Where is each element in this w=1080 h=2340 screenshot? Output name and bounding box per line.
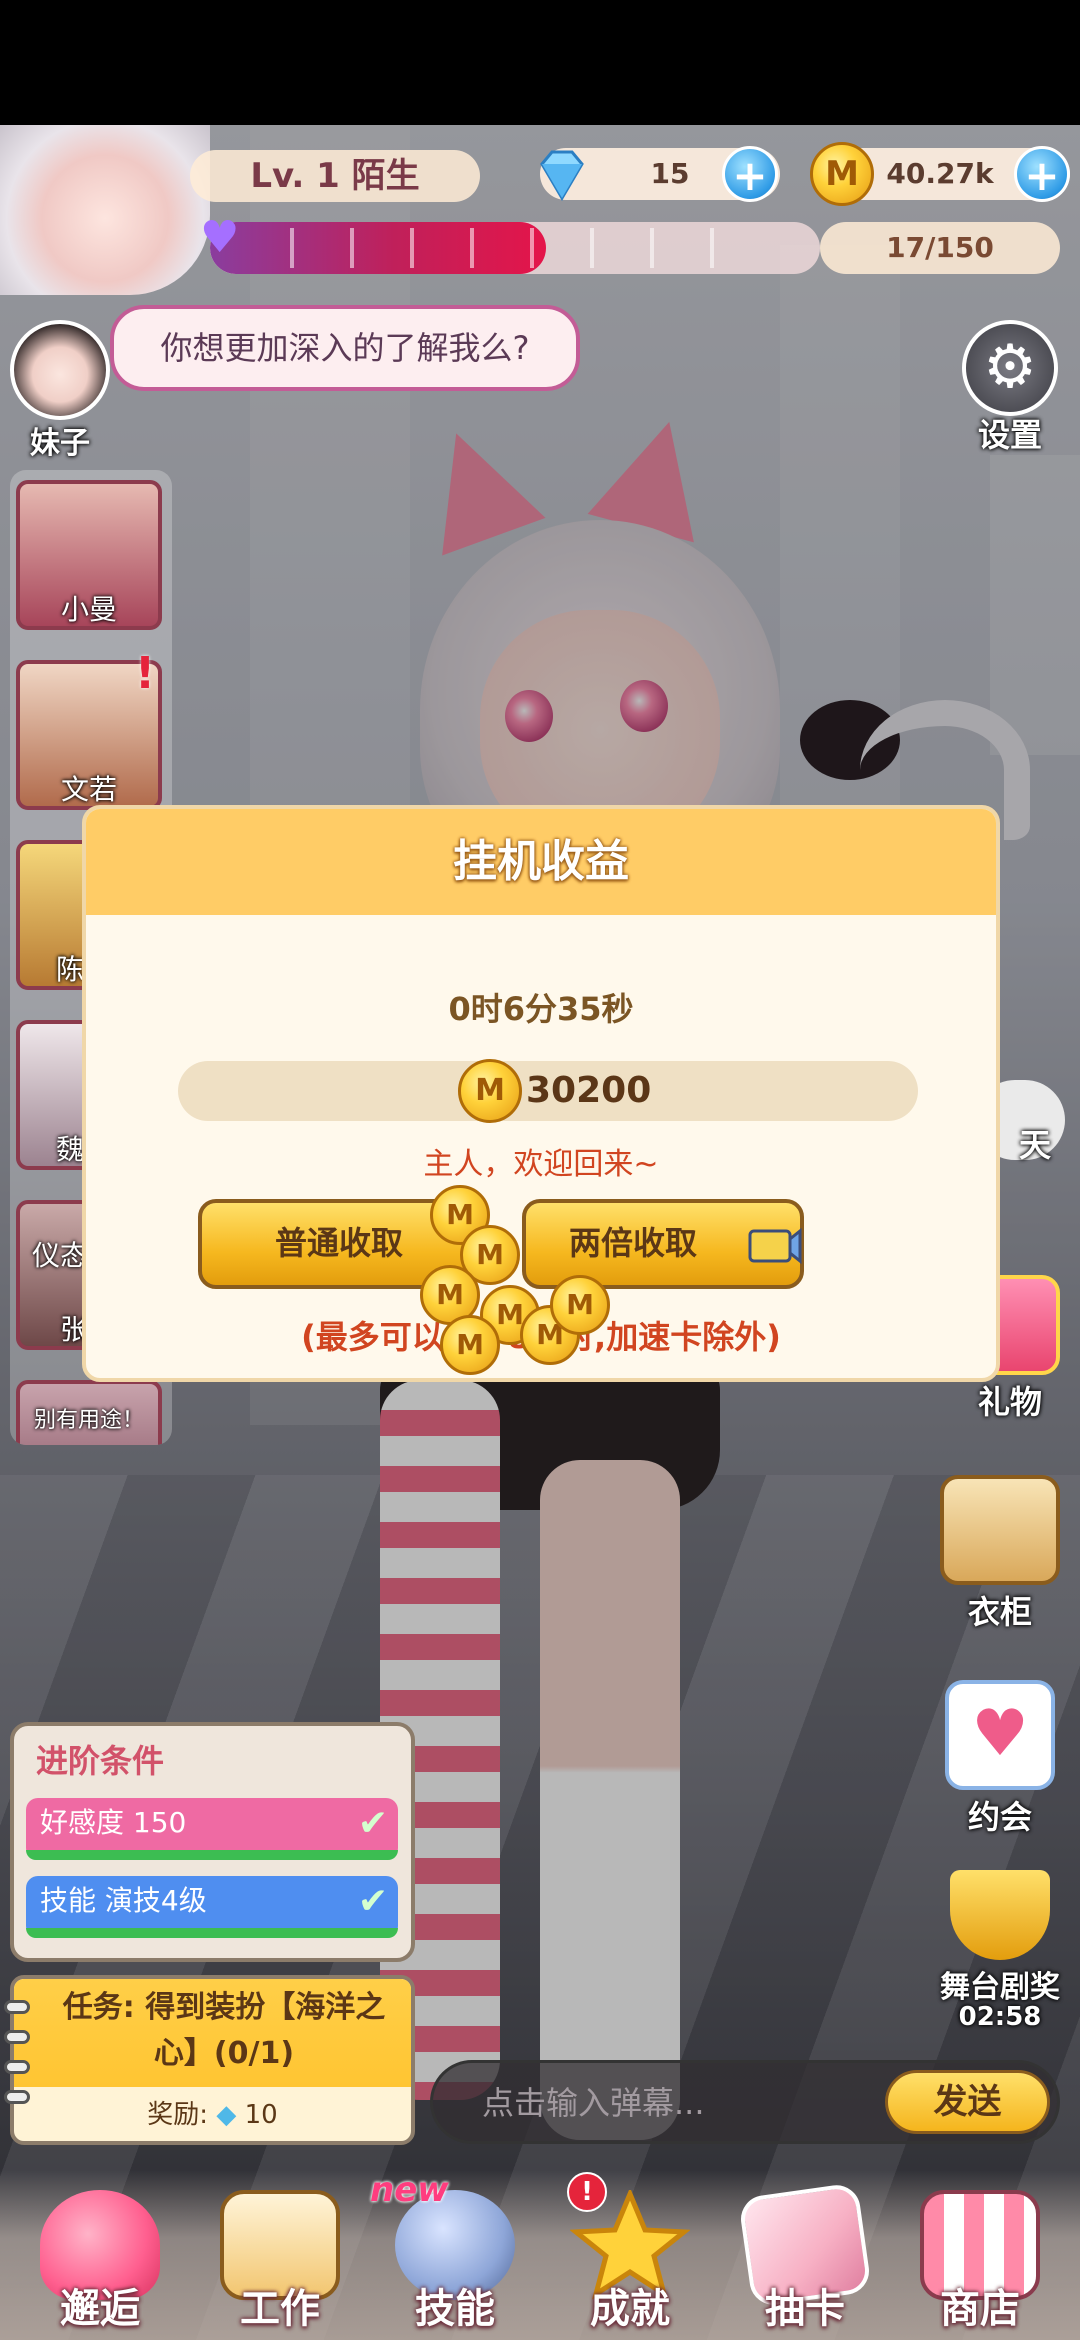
character-card[interactable]: 小曼 bbox=[16, 480, 162, 630]
char-header-label: 妹子 bbox=[30, 426, 90, 461]
date-button[interactable]: ♥ 约会 bbox=[935, 1680, 1065, 1838]
character-card[interactable]: 别有用途！ bbox=[16, 1380, 162, 1445]
gem-counter: 15 + bbox=[540, 146, 780, 202]
dialog-title: 挂机收益 bbox=[86, 809, 996, 915]
task-reward-value: 10 bbox=[244, 2100, 278, 2130]
coin-icon: M bbox=[810, 142, 874, 206]
character-avatar[interactable] bbox=[0, 125, 210, 295]
nav-label: 工作 bbox=[240, 2286, 320, 2332]
task-panel[interactable]: 任务: 得到装扮【海洋之心】(0/1) 奖励: ◆ 10 bbox=[10, 1975, 415, 2145]
task-reward-label: 奖励: bbox=[147, 2100, 209, 2130]
reward-amount: 30200 bbox=[526, 1070, 652, 1111]
nav-gacha[interactable]: 抽卡 bbox=[720, 2180, 890, 2340]
stage-award-label: 舞台剧奖 bbox=[940, 1970, 1060, 2005]
coin-icon: M bbox=[458, 1059, 522, 1123]
video-ad-icon bbox=[748, 1227, 802, 1265]
affection-progress-fill bbox=[210, 222, 546, 274]
wardrobe-label: 衣柜 bbox=[967, 1593, 1032, 1631]
diamond-icon: ◆ bbox=[216, 2100, 237, 2130]
gem-count: 15 bbox=[650, 157, 690, 190]
coin-count: 40.27k bbox=[886, 157, 994, 190]
nav-work[interactable]: 工作 bbox=[195, 2180, 365, 2340]
coin-burst-animation: M M M M M M M bbox=[420, 1185, 620, 1375]
nav-achievements[interactable]: ! 成就 bbox=[545, 2172, 715, 2340]
advancement-condition: 好感度 150 ✔ bbox=[26, 1798, 398, 1860]
send-button[interactable]: 发送 bbox=[885, 2070, 1050, 2134]
coin-icon: M bbox=[440, 1315, 500, 1375]
settings-button[interactable]: ⚙ 设置 bbox=[955, 320, 1065, 456]
speech-bubble[interactable]: 你想更加深入的了解我么? bbox=[110, 305, 580, 391]
nav-encounter[interactable]: 邂逅 bbox=[15, 2180, 185, 2340]
notebook-ring bbox=[4, 2000, 30, 2014]
character-name: 小曼 bbox=[60, 593, 117, 626]
coin-icon: M bbox=[550, 1275, 610, 1335]
character-avatar-small bbox=[10, 320, 110, 420]
check-icon: ✔ bbox=[357, 1803, 388, 1844]
notebook-ring bbox=[4, 2060, 30, 2074]
condition-progress bbox=[26, 1928, 398, 1938]
task-reward: 奖励: ◆ 10 bbox=[14, 2094, 411, 2136]
stage-award-button[interactable]: 舞台剧奖 02:58 bbox=[925, 1870, 1075, 2032]
nav-label: 邂逅 bbox=[60, 2286, 140, 2332]
character-name: 文若 bbox=[60, 773, 117, 806]
task-description: 任务: 得到装扮【海洋之心】(0/1) bbox=[62, 1990, 386, 2071]
settings-label: 设置 bbox=[977, 416, 1042, 454]
trophy-icon bbox=[950, 1870, 1050, 1960]
alert-icon: ! bbox=[135, 648, 156, 699]
nav-label: 技能 bbox=[415, 2286, 495, 2332]
level-badge: Lv. 1 陌生 bbox=[190, 150, 480, 202]
wardrobe-icon bbox=[940, 1475, 1060, 1585]
add-coins-button[interactable]: + bbox=[1014, 146, 1070, 202]
relationship-status: 陌生 bbox=[351, 156, 420, 196]
coin-counter: M 40.27k + bbox=[810, 142, 1070, 206]
advancement-panel[interactable]: 进阶条件 好感度 150 ✔ 技能 演技4级 ✔ bbox=[10, 1722, 415, 1962]
notebook-ring bbox=[4, 2030, 30, 2044]
level-text: Lv. 1 bbox=[250, 156, 340, 196]
welcome-message: 主人，欢迎回来~ bbox=[423, 1147, 659, 1182]
character-tab-header[interactable]: 妹子 bbox=[10, 320, 120, 461]
idle-duration: 0时6分35秒 bbox=[448, 990, 634, 1028]
nav-label: 成就 bbox=[590, 2286, 670, 2332]
advancement-condition: 技能 演技4级 ✔ bbox=[26, 1876, 398, 1938]
stage-award-timer: 02:58 bbox=[958, 2002, 1042, 2032]
gift-label: 礼物 bbox=[977, 1383, 1042, 1421]
calendar-heart-icon: ♥ bbox=[945, 1680, 1055, 1790]
condition-label: 技能 演技4级 bbox=[40, 1884, 207, 1917]
gear-icon: ⚙ bbox=[962, 320, 1058, 416]
nav-label: 商店 bbox=[940, 2286, 1020, 2332]
diamond-icon bbox=[540, 150, 584, 201]
affection-progress-bar bbox=[210, 222, 820, 274]
notification-badge: ! bbox=[567, 2172, 607, 2212]
wardrobe-button[interactable]: 衣柜 bbox=[935, 1475, 1065, 1633]
nav-shop[interactable]: 商店 bbox=[895, 2180, 1065, 2340]
affection-count: 17/150 bbox=[820, 222, 1060, 274]
notebook-ring bbox=[4, 2090, 30, 2104]
condition-label: 好感度 150 bbox=[40, 1806, 187, 1839]
heart-icon: ♥ bbox=[200, 212, 240, 263]
date-label: 约会 bbox=[967, 1798, 1032, 1836]
add-gems-button[interactable]: + bbox=[722, 146, 778, 202]
condition-progress bbox=[26, 1850, 398, 1860]
check-icon: ✔ bbox=[357, 1881, 388, 1922]
character-name: 别有用途！ bbox=[33, 1408, 144, 1433]
new-tag: new bbox=[370, 2170, 449, 2210]
advancement-title: 进阶条件 bbox=[36, 1742, 165, 1780]
danmaku-input[interactable] bbox=[480, 2060, 864, 2146]
nav-label: 抽卡 bbox=[765, 2286, 845, 2332]
nav-skills[interactable]: new 技能 bbox=[370, 2170, 540, 2340]
